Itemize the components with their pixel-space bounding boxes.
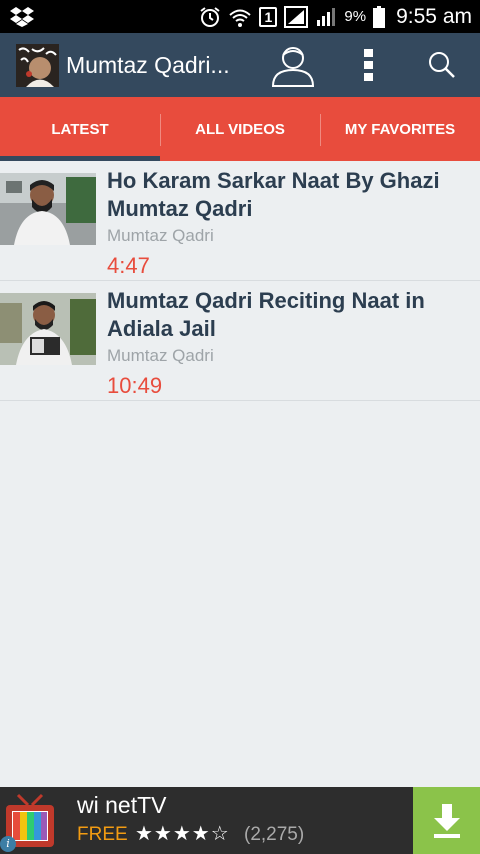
tab-bar: LATEST ALL VIDEOS MY FAVORITES — [0, 97, 480, 161]
video-list: Ho Karam Sarkar Naat By Ghazi Mumtaz Qad… — [0, 161, 480, 401]
video-channel: Mumtaz Qadri — [107, 226, 214, 245]
video-list-item[interactable]: Mumtaz Qadri Reciting Naat in Adiala Jai… — [0, 281, 480, 401]
app-bar: Mumtaz Qadri... — [0, 33, 480, 97]
overflow-menu-icon[interactable] — [364, 49, 374, 81]
status-bar: 1 9% 9:55 am — [0, 0, 480, 33]
ad-banner[interactable]: i wi netTV FREE ★★★★☆ (2,275) — [0, 787, 480, 854]
download-icon — [433, 803, 460, 838]
tab-my-favorites[interactable]: MY FAVORITES — [320, 97, 480, 161]
ad-info-icon[interactable]: i — [0, 836, 16, 852]
video-title[interactable]: Ho Karam Sarkar Naat By Ghazi Mumtaz Qad… — [107, 167, 472, 223]
wifi-icon — [229, 9, 252, 27]
tab-latest[interactable]: LATEST — [0, 97, 160, 161]
battery-icon — [373, 5, 386, 28]
signal-icon-1 — [284, 5, 309, 28]
video-channel: Mumtaz Qadri — [107, 346, 214, 365]
app-logo — [16, 44, 59, 87]
video-duration: 10:49 — [107, 373, 163, 398]
user-profile-icon[interactable] — [270, 43, 316, 87]
alarm-icon — [200, 6, 221, 27]
sim-indicator: 1 — [259, 6, 278, 27]
video-thumbnail[interactable] — [0, 293, 96, 365]
battery-percent: 9% — [344, 8, 367, 25]
ad-price: FREE — [77, 824, 128, 845]
ad-review-count: (2,275) — [244, 824, 305, 845]
video-title[interactable]: Mumtaz Qadri Reciting Naat in Adiala Jai… — [107, 287, 472, 343]
video-duration: 4:47 — [107, 253, 150, 278]
signal-icon-2 — [317, 7, 336, 26]
app-title: Mumtaz Qadri... — [66, 52, 230, 78]
video-list-item[interactable]: Ho Karam Sarkar Naat By Ghazi Mumtaz Qad… — [0, 161, 480, 281]
search-icon[interactable] — [428, 51, 456, 79]
ad-rating-stars: ★★★★☆ — [135, 823, 230, 845]
status-time: 9:55 am — [396, 4, 472, 28]
ad-install-button[interactable] — [413, 787, 480, 854]
tab-all-videos[interactable]: ALL VIDEOS — [160, 97, 320, 161]
video-thumbnail[interactable] — [0, 173, 96, 245]
ad-app-name[interactable]: wi netTV — [77, 792, 166, 819]
dropbox-icon — [10, 7, 34, 27]
